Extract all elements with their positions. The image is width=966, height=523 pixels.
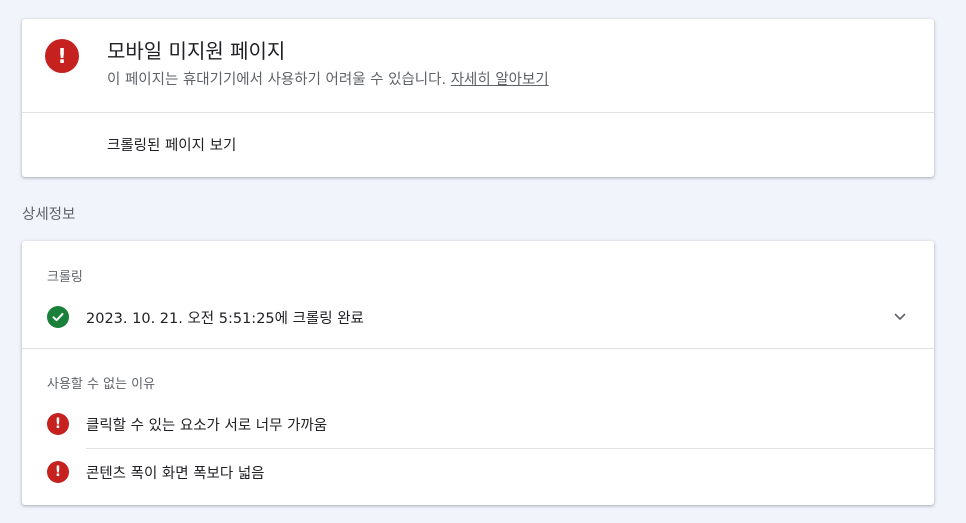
crawl-row[interactable]: 2023. 10. 21. 오전 5:51:25에 크롤링 완료 (22, 297, 934, 337)
divider (22, 348, 934, 349)
error-icon: ! (47, 413, 69, 435)
error-icon: ! (45, 39, 79, 73)
status-description: 이 페이지는 휴대기기에서 사용하기 어려울 수 있습니다. 자세히 알아보기 (107, 68, 549, 89)
reason-item: ! 콘텐츠 폭이 화면 폭보다 넓음 (22, 450, 934, 494)
status-description-text: 이 페이지는 휴대기기에서 사용하기 어려울 수 있습니다. (107, 72, 447, 88)
divider (22, 112, 934, 113)
reasons-label: 사용할 수 없는 이유 (47, 377, 156, 392)
view-crawled-page-button[interactable]: 크롤링된 페이지 보기 (107, 134, 236, 155)
status-title: 모바일 미지원 페이지 (107, 39, 286, 63)
details-section-title: 상세정보 (22, 207, 76, 223)
check-circle-icon (47, 306, 69, 328)
chevron-down-icon[interactable] (894, 311, 906, 323)
reason-text: 콘텐츠 폭이 화면 폭보다 넓음 (86, 466, 265, 482)
error-icon: ! (47, 461, 69, 483)
mobile-usability-status-card: ! 모바일 미지원 페이지 이 페이지는 휴대기기에서 사용하기 어려울 수 있… (22, 19, 934, 177)
divider (86, 448, 934, 449)
details-card: 크롤링 2023. 10. 21. 오전 5:51:25에 크롤링 완료 사용할… (22, 241, 934, 505)
learn-more-link[interactable]: 자세히 알아보기 (451, 72, 549, 88)
reason-text: 클릭할 수 있는 요소가 서로 너무 가까움 (86, 418, 328, 434)
crawl-label: 크롤링 (47, 270, 83, 285)
reason-item: ! 클릭할 수 있는 요소가 서로 너무 가까움 (22, 402, 934, 446)
crawl-status-text: 2023. 10. 21. 오전 5:51:25에 크롤링 완료 (86, 311, 364, 327)
